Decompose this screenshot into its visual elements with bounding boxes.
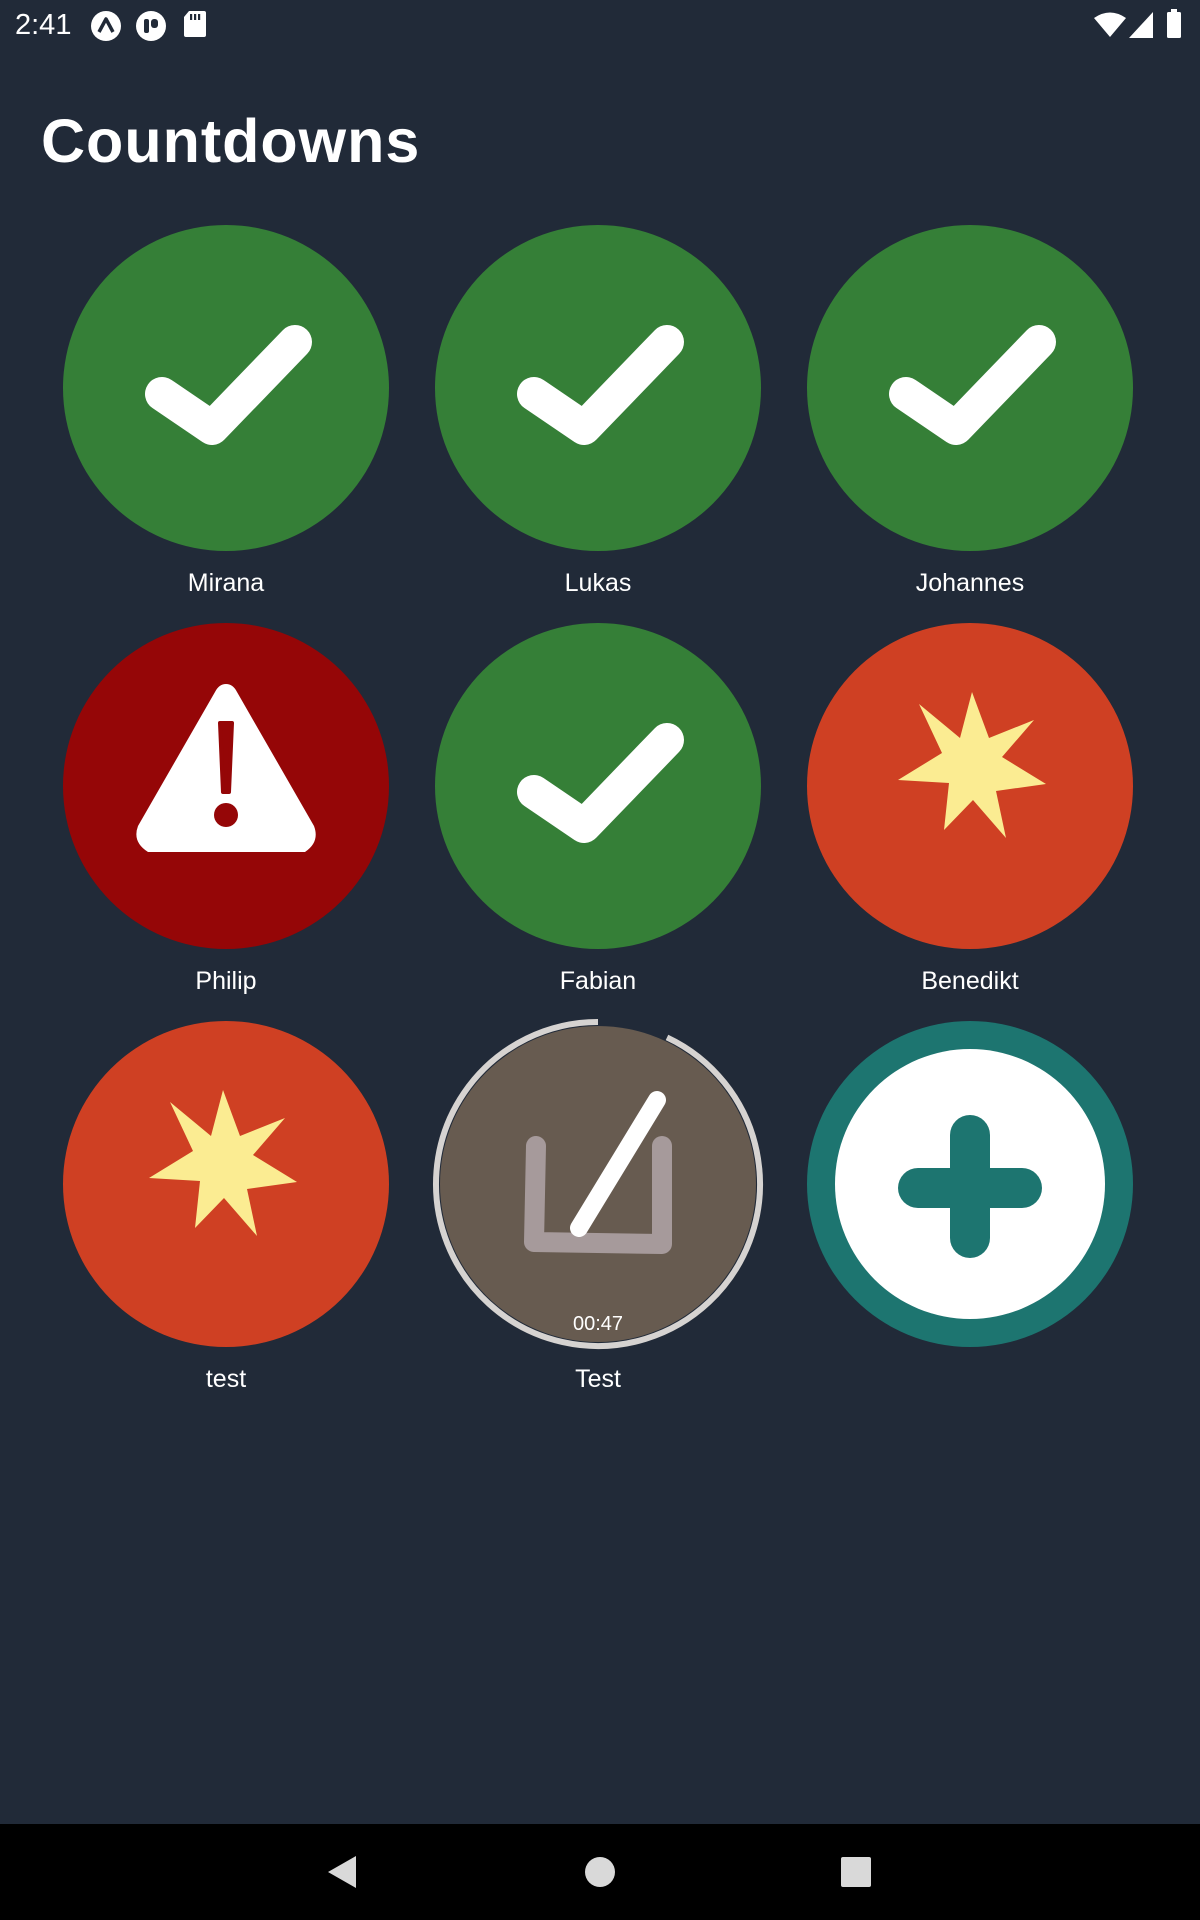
countdown-name: test <box>205 1365 247 1393</box>
sd-card-icon <box>183 10 207 43</box>
add-circle <box>784 1018 1156 1350</box>
countdown-tile-fabian[interactable]: Fabian <box>412 620 784 1010</box>
status-circle <box>40 222 412 554</box>
countdown-tile-test-running[interactable]: Test <box>412 1018 784 1408</box>
battery-icon <box>1166 9 1182 44</box>
countdown-tile-mirana[interactable]: Mirana <box>40 222 412 612</box>
recents-icon[interactable] <box>834 1850 878 1894</box>
countdown-name: Johannes <box>915 569 1025 597</box>
countdown-name: Mirana <box>187 569 265 597</box>
wifi-icon <box>1093 12 1127 43</box>
add-countdown-button[interactable] <box>784 1018 1156 1408</box>
countdown-name: Benedikt <box>921 967 1019 995</box>
page-title: Countdowns <box>41 107 421 175</box>
countdown-tile-lukas[interactable]: Lukas <box>412 222 784 612</box>
status-circle <box>412 222 784 554</box>
countdown-name: Lukas <box>564 569 632 597</box>
home-icon[interactable] <box>578 1850 622 1894</box>
status-circle <box>40 1018 412 1350</box>
status-circle <box>784 222 1156 554</box>
expo-icon <box>90 10 122 47</box>
countdown-tile-benedikt[interactable]: Benedikt <box>784 620 1156 1010</box>
countdown-tile-philip[interactable]: Philip <box>40 620 412 1010</box>
signal-icon <box>1128 11 1154 44</box>
status-circle <box>412 620 784 952</box>
countdown-tile-johannes[interactable]: Johannes <box>784 222 1156 612</box>
status-circle <box>412 1018 784 1350</box>
app-icon <box>135 10 167 47</box>
countdown-remaining-time: 00:47 <box>572 1313 624 1335</box>
countdown-name: Fabian <box>559 967 637 995</box>
back-icon[interactable] <box>322 1850 366 1894</box>
status-bar: 2:41 <box>0 0 1200 50</box>
countdowns-screen: 2:41 Countdowns Mirana Lukas Johannes Ph… <box>0 0 1200 1920</box>
countdown-name: Test <box>575 1365 621 1393</box>
countdown-name: Philip <box>195 967 257 995</box>
status-circle <box>784 620 1156 952</box>
navigation-bar <box>0 1824 1200 1920</box>
status-time: 2:41 <box>15 9 72 41</box>
status-circle <box>40 620 412 952</box>
countdown-tile-test-lower[interactable]: test <box>40 1018 412 1408</box>
